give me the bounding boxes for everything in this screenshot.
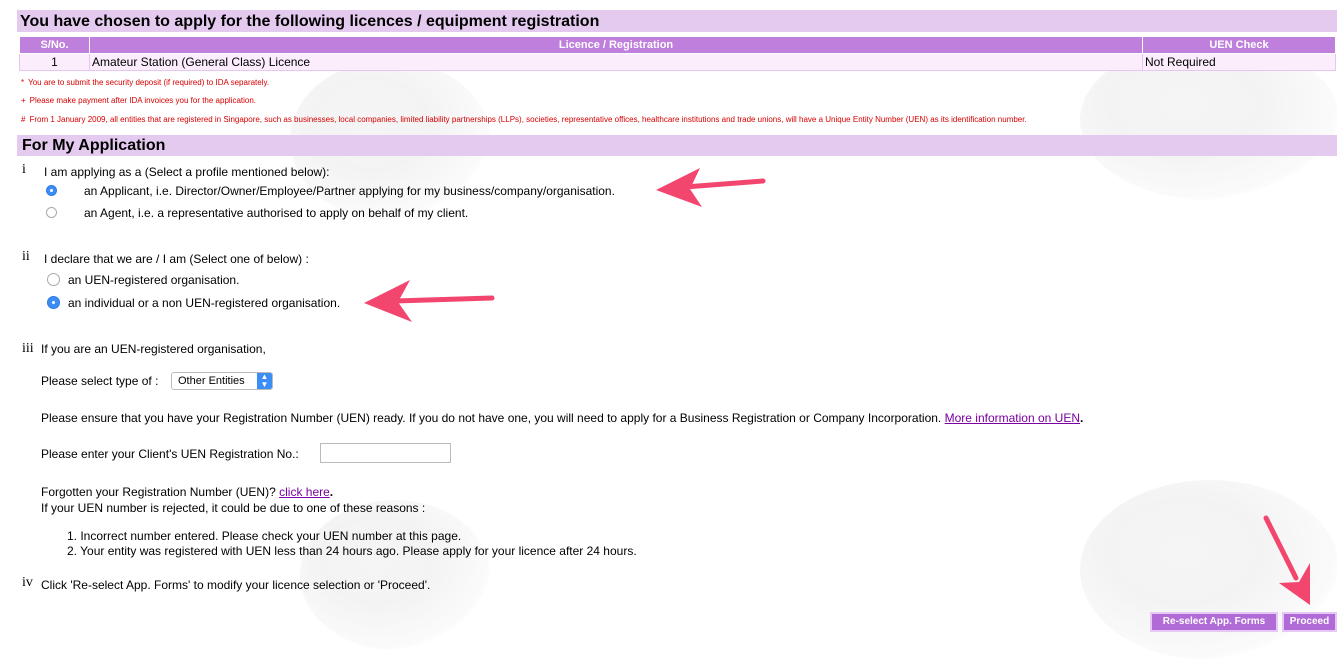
annotation-arrow-icon [364,280,495,322]
annotation-arrow-icon [1263,515,1310,605]
annotation-arrows [364,168,1310,605]
annotation-arrow-icon [656,168,766,207]
